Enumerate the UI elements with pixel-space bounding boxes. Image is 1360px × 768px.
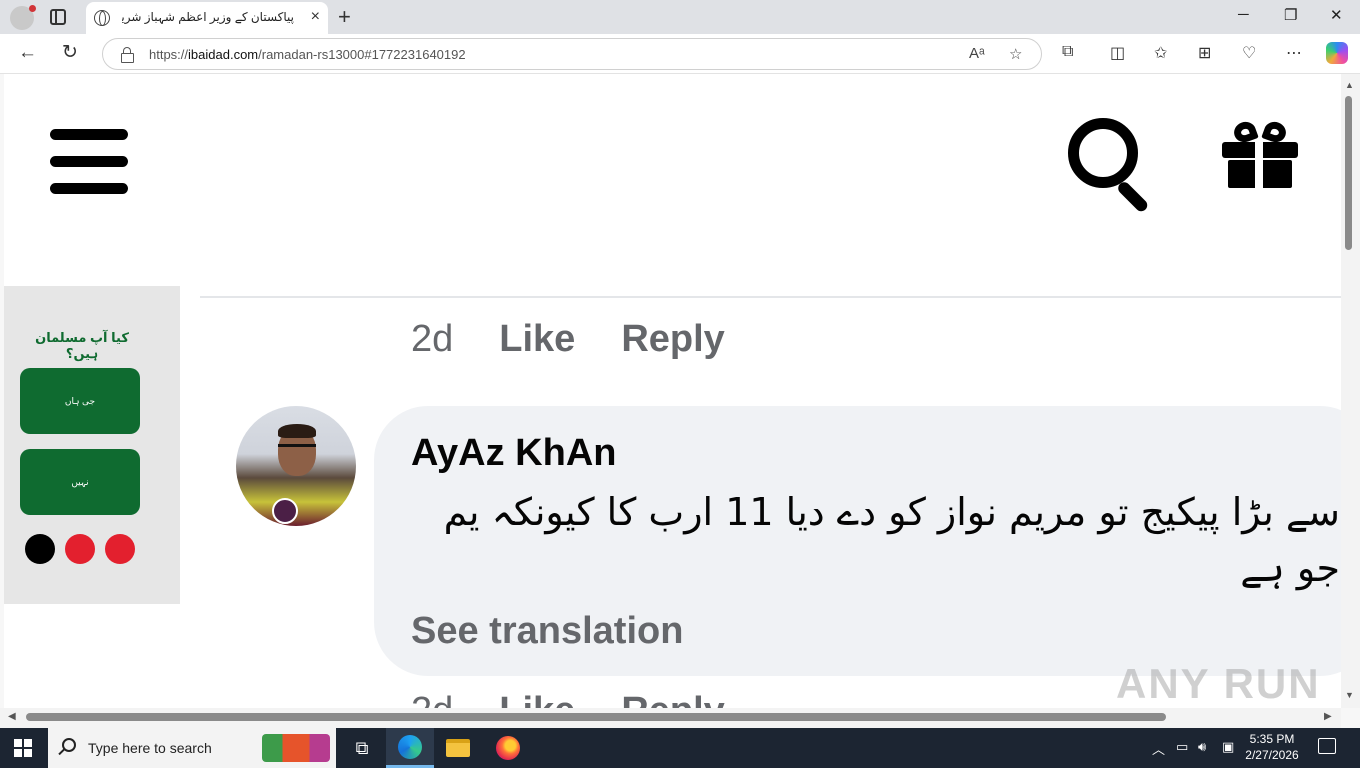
avatar[interactable] <box>236 406 356 526</box>
profile-avatar-icon[interactable] <box>10 5 36 30</box>
taskbar-search-placeholder: Type here to search <box>88 740 212 756</box>
address-toolbar: ← ↻ https://ibaidad.com/ramadan-rs13000#… <box>0 34 1360 74</box>
reply-link[interactable]: Reply <box>621 690 724 708</box>
tab-actions-icon[interactable] <box>50 9 66 25</box>
tab-strip: پیاکستان کے وزیر اعظم شہباز شریف × + ─ ❐… <box>0 0 1360 34</box>
extensions-icon[interactable]: ⧉ <box>1062 43 1073 61</box>
reply-link[interactable]: Reply <box>621 318 724 360</box>
globe-icon <box>94 10 110 26</box>
page-viewport: کیا آپ مسلمان ہیں؟ جی ہاں نہیں 2d Like Rep… <box>4 74 1341 708</box>
back-arrow-icon[interactable]: ← <box>18 42 37 64</box>
horizontal-scrollbar[interactable]: ◀ ▶ <box>0 708 1341 728</box>
url-text[interactable]: https://ibaidad.com/ramadan-rs13000#1772… <box>149 47 466 62</box>
taskbar-clock[interactable]: 5:35 PM 2/27/2026 <box>1236 731 1308 763</box>
browser-essentials-icon[interactable]: ♡ <box>1242 43 1256 63</box>
poll-question: کیا آپ مسلمان ہیں؟ <box>35 330 129 361</box>
read-aloud-icon[interactable]: Aᵃ <box>969 45 985 62</box>
windows-start-icon[interactable] <box>14 739 32 757</box>
address-bar[interactable]: https://ibaidad.com/ramadan-rs13000#1772… <box>102 38 1042 70</box>
refresh-icon[interactable]: ↻ <box>62 42 78 64</box>
windows-taskbar: Type here to search ⧉ ︿ ▭ 🔊︎ ▣ 5:35 PM 2… <box>0 728 1360 768</box>
collections-icon[interactable]: ⊞ <box>1198 43 1211 63</box>
horizontal-scroll-thumb[interactable] <box>26 713 1166 721</box>
tray-volume-icon[interactable]: 🔊︎ <box>1198 739 1206 755</box>
anyrun-watermark: ANY RUN <box>1116 660 1321 707</box>
tray-device-icon[interactable]: ▭ <box>1176 739 1188 755</box>
poll-dot-black[interactable] <box>25 534 55 564</box>
browser-tab-active[interactable]: پیاکستان کے وزیر اعظم شہباز شریف × <box>86 2 328 34</box>
scroll-right-arrow-icon[interactable]: ▶ <box>1324 711 1332 722</box>
comment-actions-bottom: 2d Like Reply <box>411 690 771 708</box>
like-link[interactable]: Like <box>499 318 575 360</box>
scroll-down-arrow-icon[interactable]: ▼ <box>1345 690 1354 700</box>
split-screen-icon[interactable]: ◫ <box>1110 43 1125 63</box>
browser-window: پیاکستان کے وزیر اعظم شہباز شریف × + ─ ❐… <box>0 0 1360 728</box>
tab-close-icon[interactable]: × <box>311 8 320 26</box>
comment-author[interactable]: AyAz KhAn <box>411 432 616 475</box>
vertical-scrollbar[interactable]: ▲ ▼ <box>1341 74 1360 708</box>
content-divider <box>200 296 1341 298</box>
clock-date: 2/27/2026 <box>1245 748 1299 762</box>
poll-yes-button[interactable]: جی ہاں <box>20 368 140 434</box>
scroll-left-arrow-icon[interactable]: ◀ <box>8 711 16 722</box>
lock-icon[interactable] <box>121 47 134 63</box>
like-link[interactable]: Like <box>499 690 575 708</box>
favorites-icon[interactable]: ✩ <box>1154 43 1167 63</box>
see-translation-link[interactable]: See translation <box>411 610 683 653</box>
tray-network-icon[interactable]: ▣ <box>1222 739 1234 755</box>
notification-center-icon[interactable] <box>1318 738 1336 754</box>
vertical-scroll-thumb[interactable] <box>1345 96 1352 250</box>
comment-actions-top: 2d Like Reply <box>411 318 771 361</box>
comment-bubble: AyAz KhAn سے بڑا پیکیج تو مریم نواز کو د… <box>374 406 1341 676</box>
minimize-button[interactable]: ─ <box>1238 6 1249 23</box>
new-tab-plus-icon[interactable]: + <box>338 4 351 30</box>
close-window-button[interactable]: ✕ <box>1330 6 1343 24</box>
poll-dot-red-2[interactable] <box>105 534 135 564</box>
search-icon[interactable] <box>1068 118 1154 214</box>
poll-no-button[interactable]: نہیں <box>20 449 140 515</box>
tray-chevron-up-icon[interactable]: ︿ <box>1152 739 1165 758</box>
search-highlight-gifts-icon[interactable] <box>262 734 330 762</box>
taskbar-firefox-icon[interactable] <box>484 728 532 768</box>
search-icon <box>62 738 76 752</box>
task-view-icon[interactable]: ⧉ <box>338 728 386 768</box>
taskbar-file-explorer-icon[interactable] <box>434 728 482 768</box>
favorite-star-icon[interactable]: ☆ <box>1009 45 1022 63</box>
taskbar-search-box[interactable]: Type here to search <box>48 728 336 768</box>
gift-icon[interactable] <box>1220 118 1302 190</box>
poll-widget: کیا آپ مسلمان ہیں؟ جی ہاں نہیں <box>4 286 180 604</box>
maximize-button[interactable]: ❐ <box>1284 6 1297 24</box>
scroll-up-arrow-icon[interactable]: ▲ <box>1345 80 1354 90</box>
taskbar-edge-icon[interactable] <box>386 728 434 768</box>
poll-dot-red-1[interactable] <box>65 534 95 564</box>
comment-text: سے بڑا پیکیج تو مریم نواز کو دے دیا 11 ا… <box>443 490 1340 590</box>
copilot-icon[interactable] <box>1326 42 1348 64</box>
comment-time[interactable]: 2d <box>411 690 453 708</box>
tab-title: پیاکستان کے وزیر اعظم شہباز شریف <box>122 10 294 24</box>
clock-time: 5:35 PM <box>1249 732 1295 746</box>
comment-time[interactable]: 2d <box>411 318 453 360</box>
menu-hamburger-icon[interactable] <box>50 129 130 195</box>
more-icon[interactable]: ⋯ <box>1286 43 1302 63</box>
